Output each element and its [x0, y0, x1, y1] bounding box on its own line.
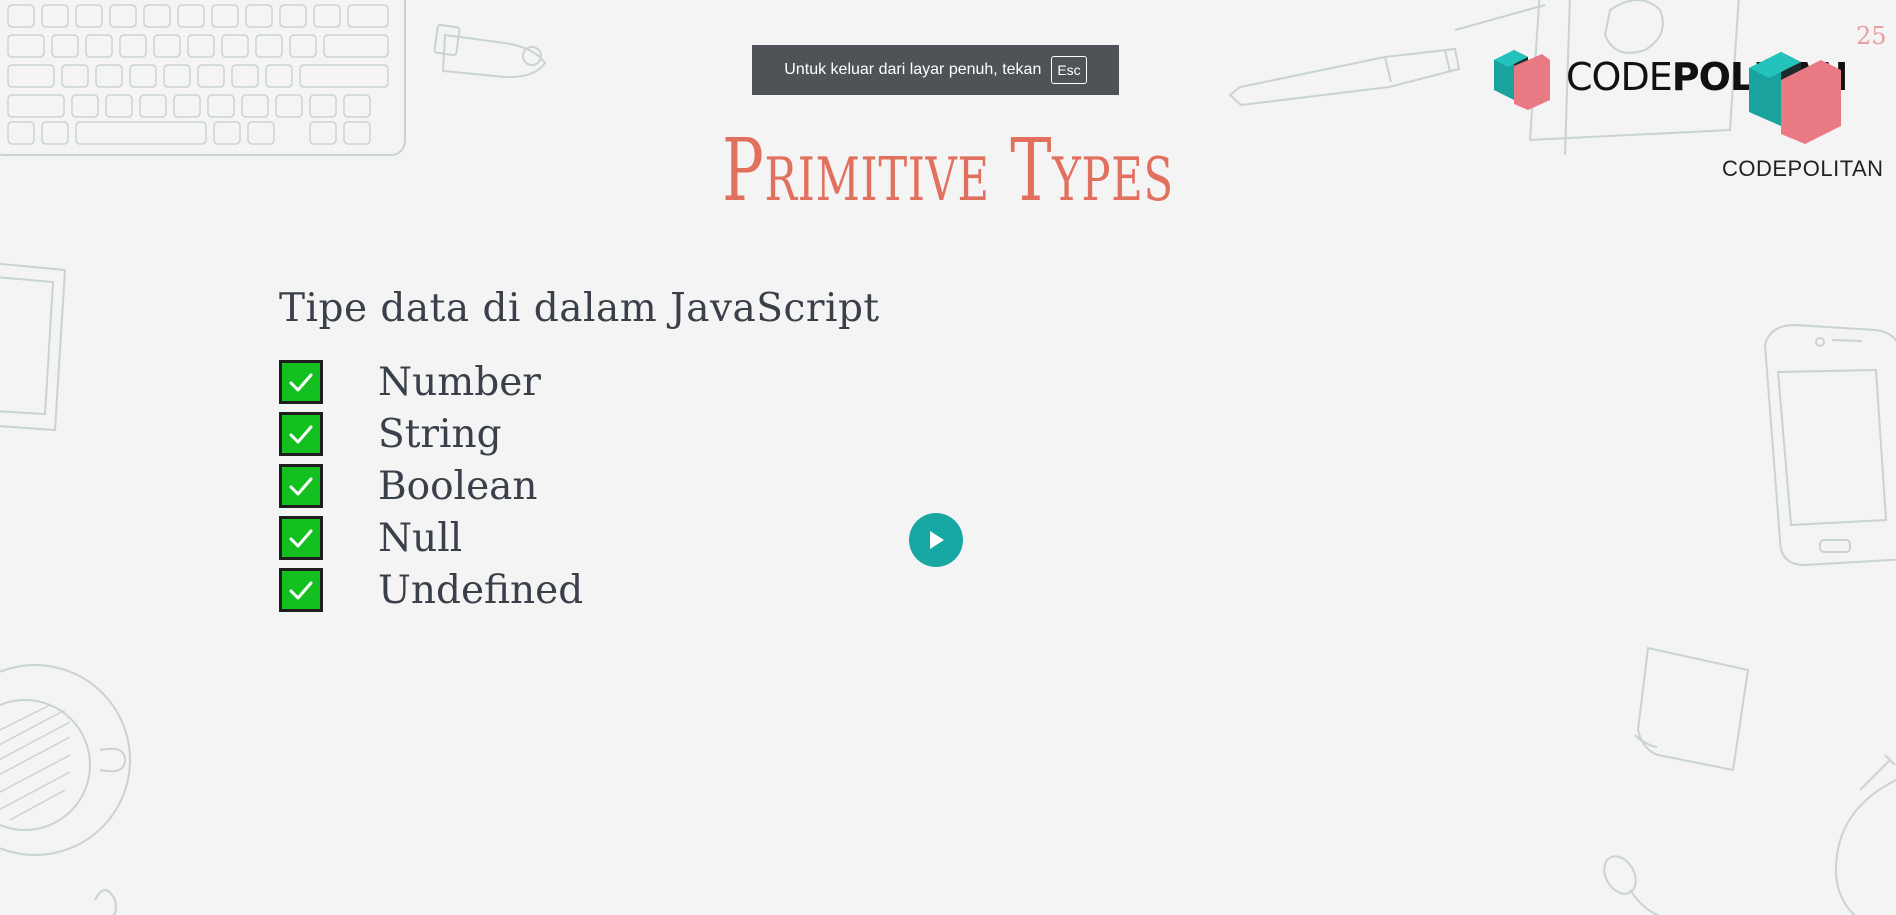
list-item: Number: [279, 356, 583, 408]
checkmark-icon: [279, 412, 323, 456]
list-item: Boolean: [279, 460, 583, 512]
esc-key-hint: Esc: [1051, 56, 1087, 84]
list-item-label: Null: [378, 515, 463, 561]
checkmark-icon: [279, 568, 323, 612]
list-item-label: Number: [378, 359, 541, 405]
codepolitan-caption: CODEPOLITAN: [1722, 156, 1884, 181]
list-item: String: [279, 408, 583, 460]
earphones-doodle: [1603, 754, 1896, 915]
list-item: Null: [279, 512, 583, 564]
slide-title: Primitive Types: [722, 121, 1174, 221]
phone-doodle: [1763, 323, 1896, 567]
checkmark-icon: [279, 516, 323, 560]
codepolitan-logo-secondary: [1745, 40, 1845, 154]
fullscreen-exit-toast: Untuk keluar dari layar penuh, tekan Esc: [752, 45, 1119, 95]
coffee-cup-doodle: [0, 664, 131, 856]
checkmark-icon: [279, 360, 323, 404]
codepolitan-logo-icon: [1494, 50, 1550, 110]
codepolitan-logo-large-icon: [1749, 52, 1841, 144]
checkmark-icon: [279, 464, 323, 508]
play-icon: [930, 531, 944, 549]
play-button[interactable]: [909, 513, 963, 567]
usb-doodle: [433, 23, 547, 79]
list-item-label: Undefined: [378, 567, 584, 613]
tablet-doodle: [0, 262, 67, 432]
sticky-note-doodle: [1634, 646, 1750, 772]
list-item-label: String: [378, 411, 502, 457]
fullscreen-toast-message: Untuk keluar dari layar penuh, tekan: [784, 61, 1042, 78]
logo-text-light: CODE: [1566, 55, 1673, 99]
small-doodle: [94, 889, 117, 915]
slide-number: 25: [1856, 22, 1887, 50]
list-item-label: Boolean: [378, 463, 538, 509]
slide-subtitle: Tipe data di dalam JavaScript: [279, 286, 880, 331]
type-checklist: Number String Boolean Null Undefined: [279, 356, 583, 616]
list-item: Undefined: [279, 564, 583, 616]
